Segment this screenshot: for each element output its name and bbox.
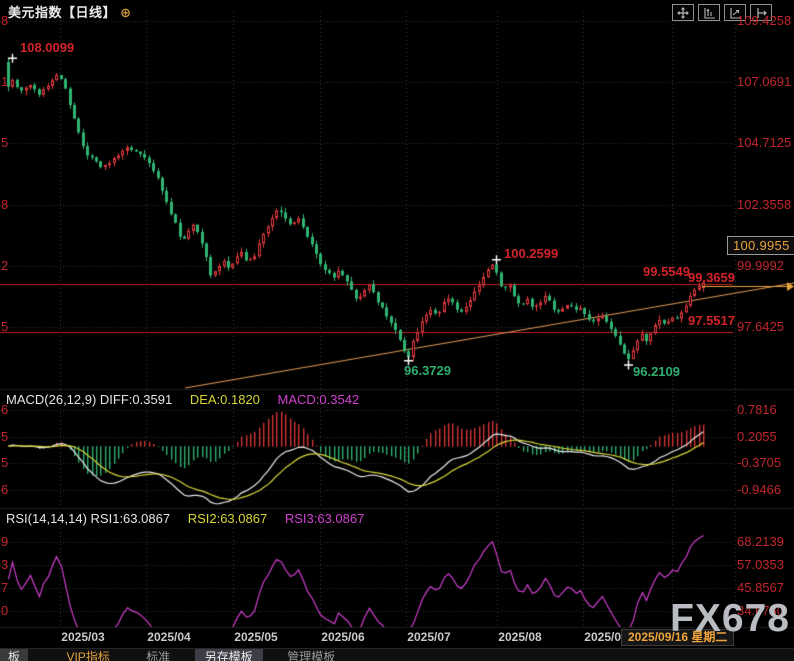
- left-axis-digit: 5: [1, 455, 8, 470]
- left-axis-digit: 2: [1, 258, 8, 273]
- latest-price-value: 100.9955: [733, 238, 790, 253]
- y-axis-label: -0.9466: [737, 482, 781, 497]
- macd-params-label: MACD(26,12,9) DIFF:0.3591: [6, 392, 172, 407]
- left-axis-digit: 0: [1, 603, 8, 618]
- latest-price-box: 100.9955: [727, 236, 794, 255]
- template-tab-bar: 板 VIP指标 标准 另存模板 管理模板: [0, 648, 794, 661]
- left-axis-digit: 8: [1, 13, 8, 28]
- price-annotation: 99.5549: [643, 264, 690, 279]
- move-tool-icon[interactable]: [672, 4, 694, 21]
- y-axis-label: 0.2055: [737, 429, 777, 444]
- expand-indicator-icon[interactable]: ⊕: [120, 5, 131, 20]
- left-axis-digit: 5: [1, 135, 8, 150]
- chart-title-row: 美元指数【日线】 ⊕: [8, 2, 132, 21]
- y-axis-label: 99.9992: [737, 258, 784, 273]
- x-axis-label: 2025/04: [147, 630, 190, 644]
- macd-dea-label: DEA:0.1820: [190, 392, 260, 407]
- y-axis-scale-icon[interactable]: [698, 4, 720, 21]
- left-axis-digit: 1: [1, 74, 8, 89]
- left-axis-digit: 3: [1, 557, 8, 572]
- y-axis-label: 68.2139: [737, 534, 784, 549]
- tab-manage-template[interactable]: 管理模板: [277, 649, 345, 661]
- chart-window: 美元指数【日线】 ⊕ 109.4258 8 107.0691 1 104.7125 5 10…: [0, 0, 794, 661]
- y-axis-label: 109.4258: [737, 13, 791, 28]
- rsi-indicator-row[interactable]: RSI(14,14,14) RSI1:63.0867 RSI2:63.0867 …: [6, 511, 364, 526]
- price-annotation: 100.2599: [504, 246, 558, 261]
- price-annotation: 97.5517: [688, 313, 735, 328]
- y-axis-label: 104.7125: [737, 135, 791, 150]
- tab-save-template[interactable]: 另存模板: [195, 649, 263, 661]
- x-axis-label: 2025/05: [234, 630, 277, 644]
- left-axis-digit: 8: [1, 197, 8, 212]
- macd-indicator-row[interactable]: MACD(26,12,9) DIFF:0.3591 DEA:0.1820 MAC…: [6, 392, 359, 407]
- chart-canvas[interactable]: [0, 0, 794, 661]
- price-annotation: 96.3729: [404, 363, 451, 378]
- rsi2-label: RSI2:63.0867: [188, 511, 268, 526]
- y-axis-label: 102.3558: [737, 197, 791, 212]
- macd-value-label: MACD:0.3542: [278, 392, 360, 407]
- left-axis-digit: 5: [1, 429, 8, 444]
- price-annotation: 96.2109: [633, 364, 680, 379]
- y-axis-label: 97.6425: [737, 319, 784, 334]
- price-annotation: 108.0099: [20, 40, 74, 55]
- y-axis-label: 107.0691: [737, 74, 791, 89]
- left-axis-digit: 7: [1, 580, 8, 595]
- tab-standard[interactable]: 标准: [136, 649, 180, 661]
- x-axis-label: 2025/07: [407, 630, 450, 644]
- fx678-watermark: FX678: [670, 597, 790, 641]
- left-axis-digit: 6: [1, 482, 8, 497]
- rsi-params-label: RSI(14,14,14) RSI1:63.0867: [6, 511, 170, 526]
- x-axis-label: 2025/06: [321, 630, 364, 644]
- rsi3-label: RSI3:63.0867: [285, 511, 365, 526]
- price-annotation: 99.3659: [688, 270, 735, 285]
- y-axis-label: 0.7816: [737, 402, 777, 417]
- left-axis-digit: 9: [1, 534, 8, 549]
- x-axis-label: 2025/08: [498, 630, 541, 644]
- x-axis-label: 2025/03: [61, 630, 104, 644]
- y-axis-label: 45.8567: [737, 580, 784, 595]
- y-axis-label: 57.0353: [737, 557, 784, 572]
- y-axis-label: -0.3705: [737, 455, 781, 470]
- tab-vip-indicators[interactable]: VIP指标: [56, 649, 119, 661]
- tab-template-partial[interactable]: 板: [0, 649, 28, 661]
- left-axis-digit: 5: [1, 319, 8, 334]
- instrument-title: 美元指数【日线】: [8, 5, 116, 20]
